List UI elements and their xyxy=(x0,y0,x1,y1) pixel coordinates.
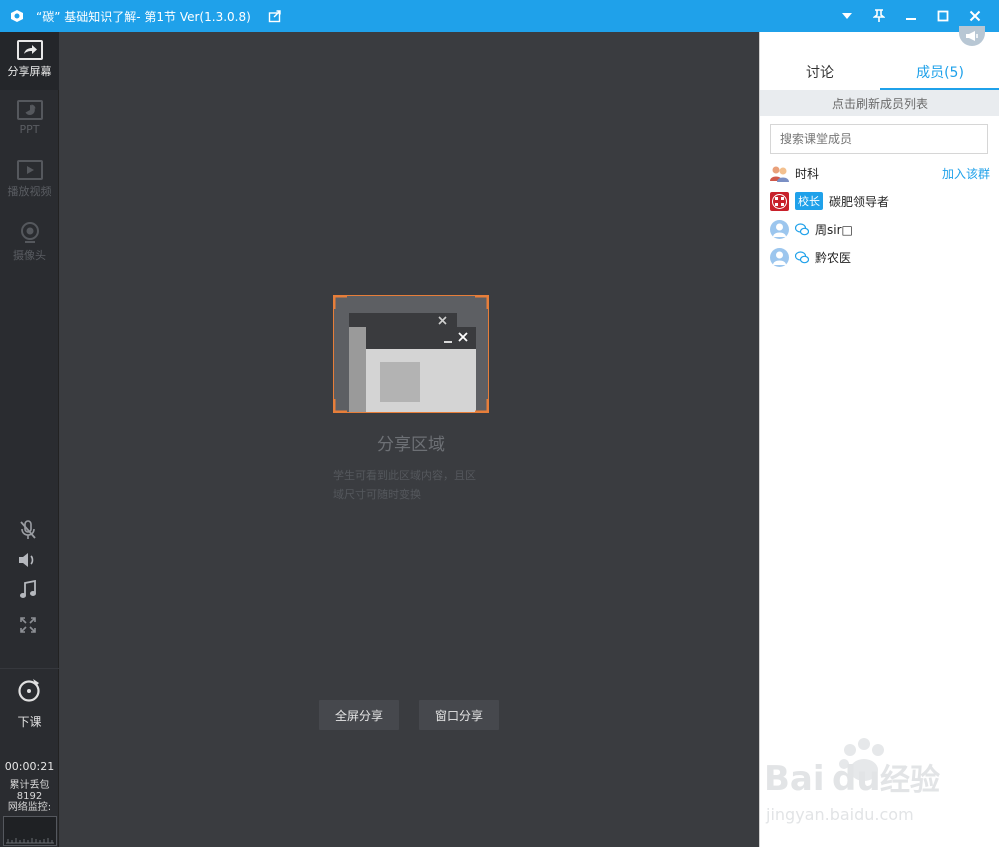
camera-icon xyxy=(18,220,42,244)
share-stage: 分享区域 学生可看到此区域内容，且区 域尺寸可随时变换 全屏分享 窗口分享 xyxy=(59,32,759,847)
minimize-icon[interactable] xyxy=(895,0,927,32)
member-search-input[interactable] xyxy=(770,124,988,154)
app-logo-icon xyxy=(8,7,26,25)
share-area-title: 分享区域 xyxy=(377,435,445,455)
fullscreen-icon[interactable] xyxy=(17,614,39,636)
packet-loss: 累计丢包 8192 网络监控: xyxy=(0,780,59,813)
dropdown-icon[interactable] xyxy=(831,0,863,32)
wechat-icon xyxy=(795,222,809,236)
announcement-icon[interactable] xyxy=(959,26,985,46)
tab-discussion[interactable]: 讨论 xyxy=(760,56,880,90)
member-row[interactable]: 校长 碳肥领导者 xyxy=(770,190,990,212)
maximize-icon[interactable] xyxy=(927,0,959,32)
window-title: “碳” 基础知识了解- 第1节 Ver(1.3.0.8) xyxy=(36,9,251,24)
share-out-icon[interactable] xyxy=(267,8,283,24)
pin-icon[interactable] xyxy=(863,0,895,32)
member-row[interactable]: 黔农医 xyxy=(770,246,990,268)
user-avatar-icon xyxy=(770,247,789,267)
play-video-icon xyxy=(16,160,43,180)
refresh-member-list-bar[interactable]: 点击刷新成员列表 xyxy=(760,90,999,116)
packet-loss-label: 累计丢包 xyxy=(9,780,50,791)
packet-loss-value: 8192 xyxy=(16,791,43,802)
tool-camera[interactable]: 摄像头 xyxy=(0,212,59,270)
member-row[interactable]: 时科 加入该群 xyxy=(770,162,990,184)
baidu-jingyan-watermark-icon: Bai du 经验 jingyan.baidu.com xyxy=(760,732,999,832)
right-panel: 讨论 成员(5) 点击刷新成员列表 时科 加入该群 校长 碳肥领导者 周sir□ xyxy=(759,26,999,847)
logo-avatar-icon xyxy=(770,191,789,211)
principal-badge: 校长 xyxy=(795,192,823,210)
end-class-label: 下课 xyxy=(17,715,42,729)
music-icon[interactable] xyxy=(17,579,39,601)
join-group-link[interactable]: 加入该群 xyxy=(942,165,990,182)
title-bar: “碳” 基础知识了解- 第1节 Ver(1.3.0.8) xyxy=(0,0,999,32)
class-timer: 00:00:21 xyxy=(4,760,55,773)
tab-members[interactable]: 成员(5) xyxy=(880,56,999,90)
ppt-icon xyxy=(16,100,43,120)
network-monitor-graph xyxy=(3,816,57,846)
tool-label: 摄像头 xyxy=(13,249,46,262)
tool-label: PPT xyxy=(19,123,40,136)
panel-tabs: 讨论 成员(5) xyxy=(760,56,999,90)
member-name: 周sir□ xyxy=(815,222,853,237)
mic-muted-icon[interactable] xyxy=(17,519,39,541)
share-desc-line: 域尺寸可随时变换 xyxy=(333,488,421,501)
tool-label: 播放视频 xyxy=(7,185,52,198)
left-toolbar: 分享屏幕 PPT 播放视频 摄像头 下课 00:00:21 累计丢包 8192 … xyxy=(0,32,59,847)
group-avatar-icon xyxy=(770,164,789,183)
speaker-icon[interactable] xyxy=(17,549,39,571)
fullscreen-share-button[interactable]: 全屏分享 xyxy=(319,700,399,730)
end-class-icon xyxy=(17,677,43,707)
tool-share-screen[interactable]: 分享屏幕 xyxy=(0,32,59,90)
svg-text:du: du xyxy=(832,759,881,799)
end-class-button[interactable]: 下课 xyxy=(0,668,59,729)
network-monitor-label: 网络监控: xyxy=(7,802,52,813)
share-desc-line: 学生可看到此区域内容，且区 xyxy=(333,469,476,482)
member-name: 碳肥领导者 xyxy=(829,194,890,209)
tool-label: 分享屏幕 xyxy=(7,65,52,78)
tool-ppt[interactable]: PPT xyxy=(0,92,59,150)
share-area-illustration-icon xyxy=(332,294,490,414)
member-name: 黔农医 xyxy=(815,250,852,265)
share-screen-icon xyxy=(16,40,43,60)
member-name: 时科 xyxy=(795,166,820,181)
share-area-description: 学生可看到此区域内容，且区 域尺寸可随时变换 xyxy=(333,466,493,504)
member-row[interactable]: 周sir□ xyxy=(770,218,990,240)
svg-text:Bai: Bai xyxy=(764,759,825,799)
window-share-button[interactable]: 窗口分享 xyxy=(419,700,499,730)
tool-play-video[interactable]: 播放视频 xyxy=(0,152,59,210)
wechat-icon xyxy=(795,250,809,264)
user-avatar-icon xyxy=(770,219,789,239)
svg-text:经验: 经验 xyxy=(880,763,940,798)
svg-text:jingyan.baidu.com: jingyan.baidu.com xyxy=(765,805,914,824)
